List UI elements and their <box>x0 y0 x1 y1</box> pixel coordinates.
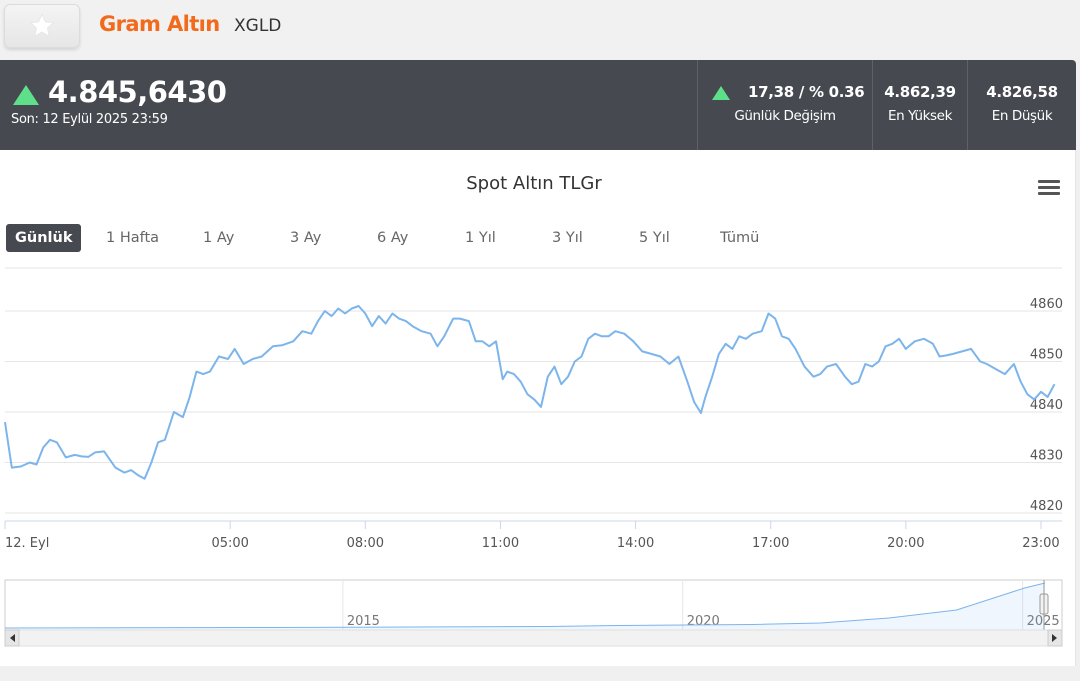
range-button-1-week[interactable]: 1 Hafta <box>106 224 159 252</box>
high-value: 4.862,39 <box>884 83 956 101</box>
page-root: Gram Altın XGLD 4.845,6430 Son: 12 Eylül… <box>0 0 1080 681</box>
asset-header: Gram Altın XGLD <box>0 0 1080 58</box>
x-tick-label: 05:00 <box>211 536 248 551</box>
hamburger-menu-icon[interactable] <box>1038 180 1060 198</box>
range-button-5-years[interactable]: 5 Yıl <box>639 224 670 252</box>
low-value: 4.826,58 <box>986 83 1058 101</box>
y-tick-label: 4820 <box>1030 499 1063 514</box>
x-tick-label: 08:00 <box>347 536 384 551</box>
low-label: En Düşük <box>991 108 1053 124</box>
daily-change-cell: 17,38 / % 0.36 Günlük Değişim <box>697 60 872 150</box>
x-tick-label: 11:00 <box>482 536 519 551</box>
y-tick-label: 4860 <box>1030 297 1063 312</box>
chart-navigator[interactable]: 201520202025 <box>0 578 1076 650</box>
y-tick-label: 4840 <box>1030 398 1063 413</box>
star-icon <box>29 13 55 37</box>
x-tick-label: 14:00 <box>617 536 654 551</box>
x-tick-label: 17:00 <box>752 536 789 551</box>
range-button-all[interactable]: Tümü <box>720 224 759 252</box>
high-label: En Yüksek <box>887 108 952 124</box>
range-button-3-years[interactable]: 3 Yıl <box>552 224 583 252</box>
range-button-6-months[interactable]: 6 Ay <box>377 224 408 252</box>
range-button-1-month[interactable]: 1 Ay <box>203 224 234 252</box>
quote-bar: 4.845,6430 Son: 12 Eylül 2025 23:59 17,3… <box>0 60 1076 150</box>
current-price: 4.845,6430 <box>48 75 227 109</box>
low-cell: 4.826,58 En Düşük <box>967 60 1076 150</box>
range-button-daily[interactable]: Günlük <box>6 224 82 252</box>
asset-code: XGLD <box>234 16 282 36</box>
range-button-3-months[interactable]: 3 Ay <box>290 224 321 252</box>
last-update-time: Son: 12 Eylül 2025 23:59 <box>11 112 168 127</box>
x-tick-label: 23:00 <box>1022 536 1059 551</box>
chart-title: Spot Altın TLGr <box>466 173 602 194</box>
asset-name: Gram Altın <box>99 12 220 36</box>
daily-change-label: Günlük Değişim <box>734 108 836 124</box>
high-cell: 4.862,39 En Yüksek <box>872 60 967 150</box>
price-series-line <box>4 305 1056 480</box>
x-tick-label: 20:00 <box>887 536 924 551</box>
y-tick-label: 4830 <box>1030 449 1063 464</box>
price-line-chart[interactable]: 4820 4830 4840 4850 4860 12. Eyl 05:00 08:00 11:… <box>0 260 1076 560</box>
y-tick-label: 4850 <box>1030 348 1063 363</box>
triangle-up-icon <box>13 85 39 105</box>
x-tick-label: 12. Eyl <box>5 536 49 551</box>
navigator-scrollbar <box>4 629 1063 647</box>
range-button-1-year[interactable]: 1 Yıl <box>465 224 496 252</box>
daily-change-value: 17,38 / % 0.36 <box>748 83 865 101</box>
favorite-button[interactable] <box>4 4 80 48</box>
chart-panel: Spot Altın TLGr Günlük 1 Hafta 1 Ay 3 Ay… <box>0 150 1076 666</box>
